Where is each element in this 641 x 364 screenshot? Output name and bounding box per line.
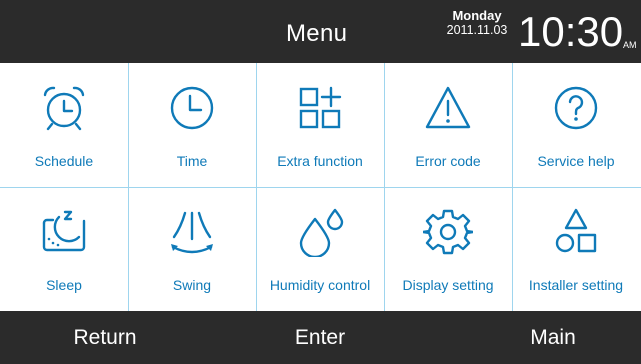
- menu-item-service-help[interactable]: Service help: [512, 63, 640, 187]
- page-title: Menu: [286, 20, 348, 47]
- menu-item-label: Service help: [537, 153, 615, 169]
- moon-zz-icon: [42, 210, 86, 252]
- droplet-icon: [299, 208, 344, 257]
- menu-item-extra-function[interactable]: Extra function: [256, 63, 384, 187]
- clock-time: 10:30: [518, 8, 624, 55]
- shapes-icon: [555, 208, 597, 253]
- menu-item-label: Display setting: [402, 277, 494, 293]
- date-label: 2011.11.03: [446, 23, 508, 37]
- menu-item-label: Time: [176, 153, 208, 169]
- main-button[interactable]: Main: [488, 311, 618, 364]
- menu-item-label: Humidity control: [269, 277, 371, 293]
- menu-item-label: Extra function: [277, 153, 363, 169]
- alarm-clock-icon: [43, 86, 85, 131]
- menu-item-sleep[interactable]: Sleep: [0, 187, 128, 311]
- menu-item-schedule[interactable]: Schedule: [0, 63, 128, 187]
- enter-button[interactable]: Enter: [256, 311, 384, 364]
- warning-icon: [425, 86, 471, 129]
- date-display: Monday 2011.11.03: [440, 8, 514, 38]
- menu-item-label: Swing: [172, 277, 212, 293]
- footer-bar: Return Enter Main: [0, 311, 641, 364]
- menu-grid: Schedule Time Extra function Error code …: [0, 63, 641, 311]
- return-button[interactable]: Return: [40, 311, 170, 364]
- day-label: Monday: [452, 8, 502, 23]
- menu-item-swing[interactable]: Swing: [128, 187, 256, 311]
- menu-item-label: Installer setting: [528, 277, 624, 293]
- menu-item-display-setting[interactable]: Display setting: [384, 187, 512, 311]
- menu-item-label: Sleep: [46, 277, 82, 293]
- menu-item-humidity-control[interactable]: Humidity control: [256, 187, 384, 311]
- menu-item-label: Error code: [415, 153, 481, 169]
- grid-plus-icon: [299, 86, 342, 129]
- question-icon: [554, 86, 598, 130]
- menu-item-error-code[interactable]: Error code: [384, 63, 512, 187]
- menu-item-installer-setting[interactable]: Installer setting: [512, 187, 640, 311]
- menu-item-label: Schedule: [34, 153, 94, 169]
- header-bar: Menu Monday 2011.11.03 10:30 AM: [0, 0, 641, 63]
- airflow-icon: [171, 211, 213, 254]
- gear-icon: [423, 209, 473, 255]
- menu-item-time[interactable]: Time: [128, 63, 256, 187]
- clock-ampm: AM: [623, 40, 637, 50]
- clock-icon: [170, 86, 214, 130]
